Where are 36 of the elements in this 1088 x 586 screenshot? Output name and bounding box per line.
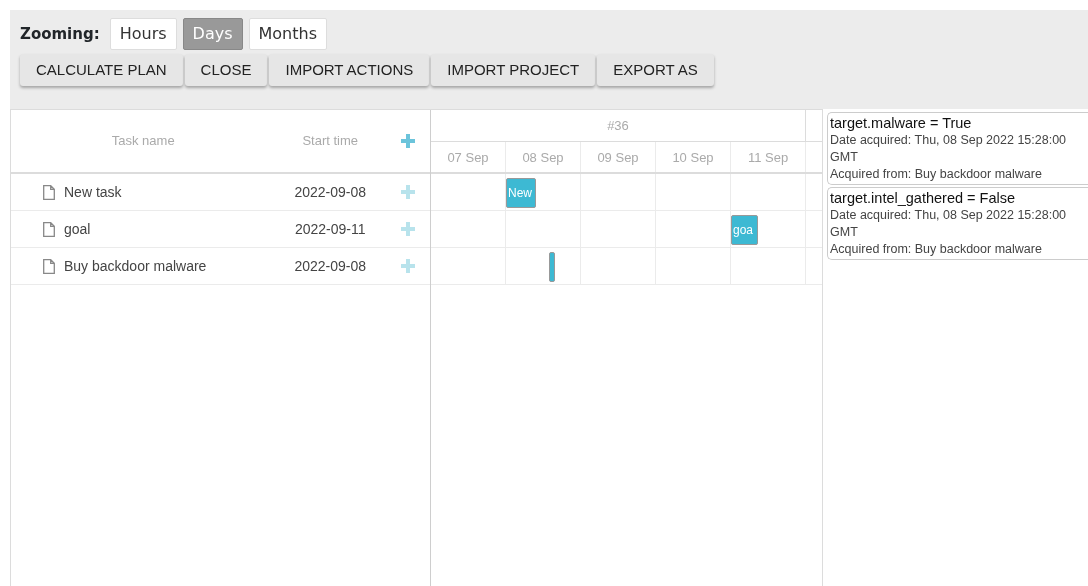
week-label: #36 bbox=[431, 110, 806, 141]
add-icon[interactable] bbox=[400, 185, 415, 199]
day-label: 09 Sep bbox=[581, 142, 656, 172]
task-bar[interactable] bbox=[549, 252, 555, 282]
add-icon[interactable] bbox=[400, 134, 415, 148]
task-name: New task bbox=[64, 182, 122, 202]
start-time: 2022-09-08 bbox=[293, 256, 368, 276]
document-icon bbox=[43, 221, 55, 237]
zoom-button[interactable]: Months bbox=[248, 18, 327, 50]
task-name: Buy backdoor malware bbox=[64, 256, 207, 276]
zooming-label: Zooming: bbox=[20, 23, 100, 45]
day-label: 10 Sep bbox=[656, 142, 731, 172]
action-button[interactable]: IMPORT ACTIONS bbox=[269, 54, 430, 86]
column-header: Task name bbox=[110, 132, 176, 151]
fact-date: Date acquired: Thu, 08 Sep 2022 15:28:00 GMT bbox=[830, 207, 1068, 241]
add-icon[interactable] bbox=[400, 222, 415, 236]
fact-source: Acquired from: Buy backdoor malware bbox=[830, 241, 1043, 258]
column-header: Start time bbox=[301, 132, 360, 151]
start-time: 2022-09-11 bbox=[293, 219, 367, 239]
action-button[interactable]: CALCULATE PLAN bbox=[20, 54, 183, 86]
action-button[interactable]: CLOSE bbox=[184, 54, 268, 86]
add-icon[interactable] bbox=[400, 259, 415, 273]
action-button[interactable]: EXPORT AS bbox=[597, 54, 714, 86]
action-button[interactable]: IMPORT PROJECT bbox=[431, 54, 596, 86]
day-label: 11 Sep bbox=[731, 142, 806, 172]
fact-date: Date acquired: Thu, 08 Sep 2022 15:28:00 GMT bbox=[830, 132, 1068, 166]
fact-source: Acquired from: Buy backdoor malware bbox=[830, 166, 1043, 183]
document-icon bbox=[43, 184, 55, 200]
fact-title: target.intel_gathered = False bbox=[830, 189, 1016, 207]
day-label: 08 Sep bbox=[506, 142, 581, 172]
zoom-button[interactable]: Hours bbox=[109, 18, 177, 50]
document-icon bbox=[43, 258, 55, 274]
day-label: 07 Sep bbox=[431, 142, 506, 172]
fact-title: target.malware = True bbox=[830, 114, 973, 132]
start-time: 2022-09-08 bbox=[293, 182, 368, 202]
task-name: goal bbox=[64, 219, 91, 239]
